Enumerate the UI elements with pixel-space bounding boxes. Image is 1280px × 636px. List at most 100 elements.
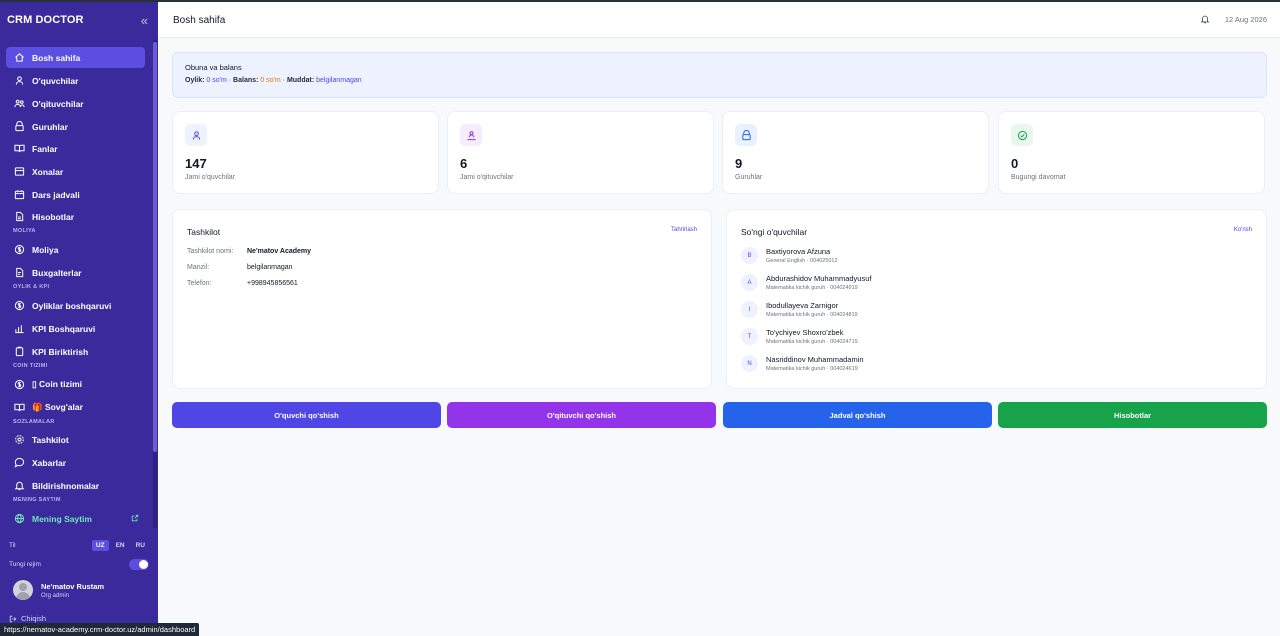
stat-card-groups[interactable]: 9 Guruhlar [722, 111, 989, 194]
organization-card: Tashkilot Tahrirlash Tashkilot nomi: Ne'… [172, 209, 712, 389]
org-field-label: Tashkilot nomi: [187, 248, 234, 255]
view-all-link[interactable]: Ko'rish [1234, 227, 1252, 233]
sidebar-scrollbar-thumb[interactable] [153, 42, 157, 452]
language-switcher: Til UZ EN RU [9, 540, 149, 551]
group-icon [735, 124, 757, 146]
student-name: To'ychiyev Shoxro'zbek [766, 328, 844, 337]
header-date: 12 Aug 2026 [1224, 15, 1267, 24]
stat-card-attendance[interactable]: 0 Bugungi davomat [998, 111, 1265, 194]
sidebar-item-oqituvchilar[interactable]: O'qituvchilar [6, 93, 145, 114]
sidebar-item-label: O'qituvchilar [32, 98, 84, 109]
sidebar-item-label: Tashkilot [32, 434, 69, 445]
stat-card-students[interactable]: 147 Jami o'quvchilar [172, 111, 439, 194]
chart-icon [14, 323, 25, 334]
sidebar-item-label: Buxgalterlar [32, 267, 82, 278]
monthly-label: Oylik: [185, 77, 205, 84]
message-icon [14, 457, 25, 468]
stat-value: 147 [185, 156, 207, 171]
sidebar-item-bosh-sahifa[interactable]: Bosh sahifa [6, 47, 145, 68]
dark-mode-toggle[interactable] [129, 558, 149, 570]
users-icon [14, 75, 25, 86]
recent-students-title: So'ngi o'quvchilar [741, 227, 808, 237]
student-avatar: N [741, 355, 758, 372]
add-schedule-button[interactable]: Jadval qo'shish [723, 402, 992, 428]
monthly-value: 0 so'm [206, 77, 227, 84]
stat-label: Jami o'qituvchilar [460, 174, 514, 181]
dark-mode-label: Tungi rejim [9, 560, 41, 568]
sidebar-item-xabarlar[interactable]: Xabarlar [6, 452, 145, 473]
org-field-value: +998945856561 [247, 280, 298, 287]
sidebar-footer: Til UZ EN RU Tungi rejim Ne'matov Rustam… [0, 530, 158, 636]
globe-icon [14, 513, 25, 524]
stat-label: Guruhlar [735, 174, 763, 181]
stat-value: 6 [460, 156, 468, 171]
lang-en-button[interactable]: EN [112, 540, 129, 551]
sidebar-item-hisobotlar[interactable]: Hisobotlar [6, 206, 145, 227]
sidebar-item-label: Oyliklar boshqaruvi [32, 300, 112, 311]
balance-value: 0 so'm [260, 77, 281, 84]
sidebar-item-oquvchilar[interactable]: O'quvchilar [6, 70, 145, 91]
add-teacher-button[interactable]: O'qituvchi qo'shish [447, 402, 716, 428]
stat-value: 9 [735, 156, 743, 171]
report-icon [14, 211, 25, 222]
student-avatar: B [741, 247, 758, 264]
list-item[interactable]: B Baxtiyorova Afzuna General English · 00… [741, 247, 838, 264]
student-group: Matematika kichik guruh · 004024719 [766, 339, 858, 345]
sidebar-item-moliya[interactable]: Moliya [6, 239, 145, 260]
calendar-icon [14, 189, 25, 200]
sidebar-item-fanlar[interactable]: Fanlar [6, 138, 145, 159]
sidebar-item-label: ▯ Coin tizimi [32, 379, 83, 389]
logout-button[interactable]: Chiqish [9, 614, 46, 623]
sidebar-item-label: Fanlar [32, 143, 58, 154]
user-profile[interactable]: Ne'matov Rustam Org admin [13, 580, 104, 600]
lang-uz-button[interactable]: UZ [91, 540, 109, 551]
book-icon [14, 143, 25, 154]
notification-bell-icon[interactable] [1200, 14, 1210, 24]
sidebar-item-label: Xonalar [32, 166, 64, 177]
list-item[interactable]: T To'ychiyev Shoxro'zbek Matematika kichi… [741, 328, 858, 345]
sidebar-item-buxgalterlar[interactable]: Buxgalterlar [6, 262, 145, 283]
lang-ru-button[interactable]: RU [132, 540, 149, 551]
sidebar-item-label: Mening Saytim [32, 513, 92, 524]
home-icon [14, 52, 25, 63]
sidebar-item-oyliklar-boshqaruvi[interactable]: Oyliklar boshqaruvi [6, 295, 145, 316]
collapse-sidebar-icon[interactable]: « [141, 13, 148, 28]
sidebar-item-guruhlar[interactable]: Guruhlar [6, 116, 145, 137]
external-link-icon [131, 514, 139, 522]
sidebar-item-dars-jadvali[interactable]: Dars jadvali [6, 184, 145, 205]
add-student-button[interactable]: O'quvchi qo'shish [172, 402, 441, 428]
sidebar-item-mening-saytim[interactable]: Mening Saytim [6, 508, 145, 529]
sidebar-item-coin-tizimi[interactable]: ▯ Coin tizimi [6, 374, 145, 395]
list-item[interactable]: N Nasriddinov Muhammadamin Matematika kic… [741, 355, 864, 372]
edit-link[interactable]: Tahrirlash [671, 227, 697, 233]
student-avatar: T [741, 328, 758, 345]
language-label: Til [9, 542, 16, 549]
list-item[interactable]: A Abdurashidov Muhammadyusuf Matematika k… [741, 274, 871, 291]
reports-button[interactable]: Hisobotlar [998, 402, 1267, 428]
student-group: Matematika kichik guruh · 004024819 [766, 312, 858, 318]
room-icon [14, 166, 25, 177]
stat-card-teachers[interactable]: 6 Jami o'qituvchilar [447, 111, 714, 194]
student-group: Matematika kichik guruh · 004024919 [766, 285, 858, 291]
list-item[interactable]: I Ibodullayeva Zarnigor Matematika kichik… [741, 301, 858, 318]
sidebar: CRM DOCTOR « Bosh sahifa O'quvchilar O'q… [0, 0, 158, 636]
student-group: Matematika kichik guruh · 004024619 [766, 366, 858, 372]
student-name: Baxtiyorova Afzuna [766, 247, 831, 256]
sidebar-item-tashkilot[interactable]: Tashkilot [6, 429, 145, 450]
sidebar-item-kpi-boshqaruvi[interactable]: KPI Boshqaruvi [6, 318, 145, 339]
sidebar-item-kpi-biriktirish[interactable]: KPI Biriktirish [6, 341, 145, 362]
student-name: Nasriddinov Muhammadamin [766, 355, 864, 364]
sidebar-item-bildirishnomalar[interactable]: Bildirishnomalar [6, 475, 145, 496]
sidebar-item-label: Hisobotlar [32, 211, 75, 222]
term-value: belgilanmagan [316, 77, 362, 84]
student-name: Ibodullayeva Zarnigor [766, 301, 839, 310]
section-coin-tizimi: COIN TIZIMI [13, 363, 48, 369]
org-field-label: Manzil: [187, 264, 210, 271]
stat-value: 0 [1011, 156, 1019, 171]
status-bar-url: https://nematov-academy.crm-doctor.uz/ad… [0, 623, 200, 636]
sidebar-item-sovgalar[interactable]: 🎁 Sovg'alar [6, 397, 145, 418]
avatar [13, 580, 33, 600]
brand-logo[interactable]: CRM DOCTOR [7, 14, 84, 26]
student-avatar: I [741, 301, 758, 318]
sidebar-item-xonalar[interactable]: Xonalar [6, 161, 145, 182]
